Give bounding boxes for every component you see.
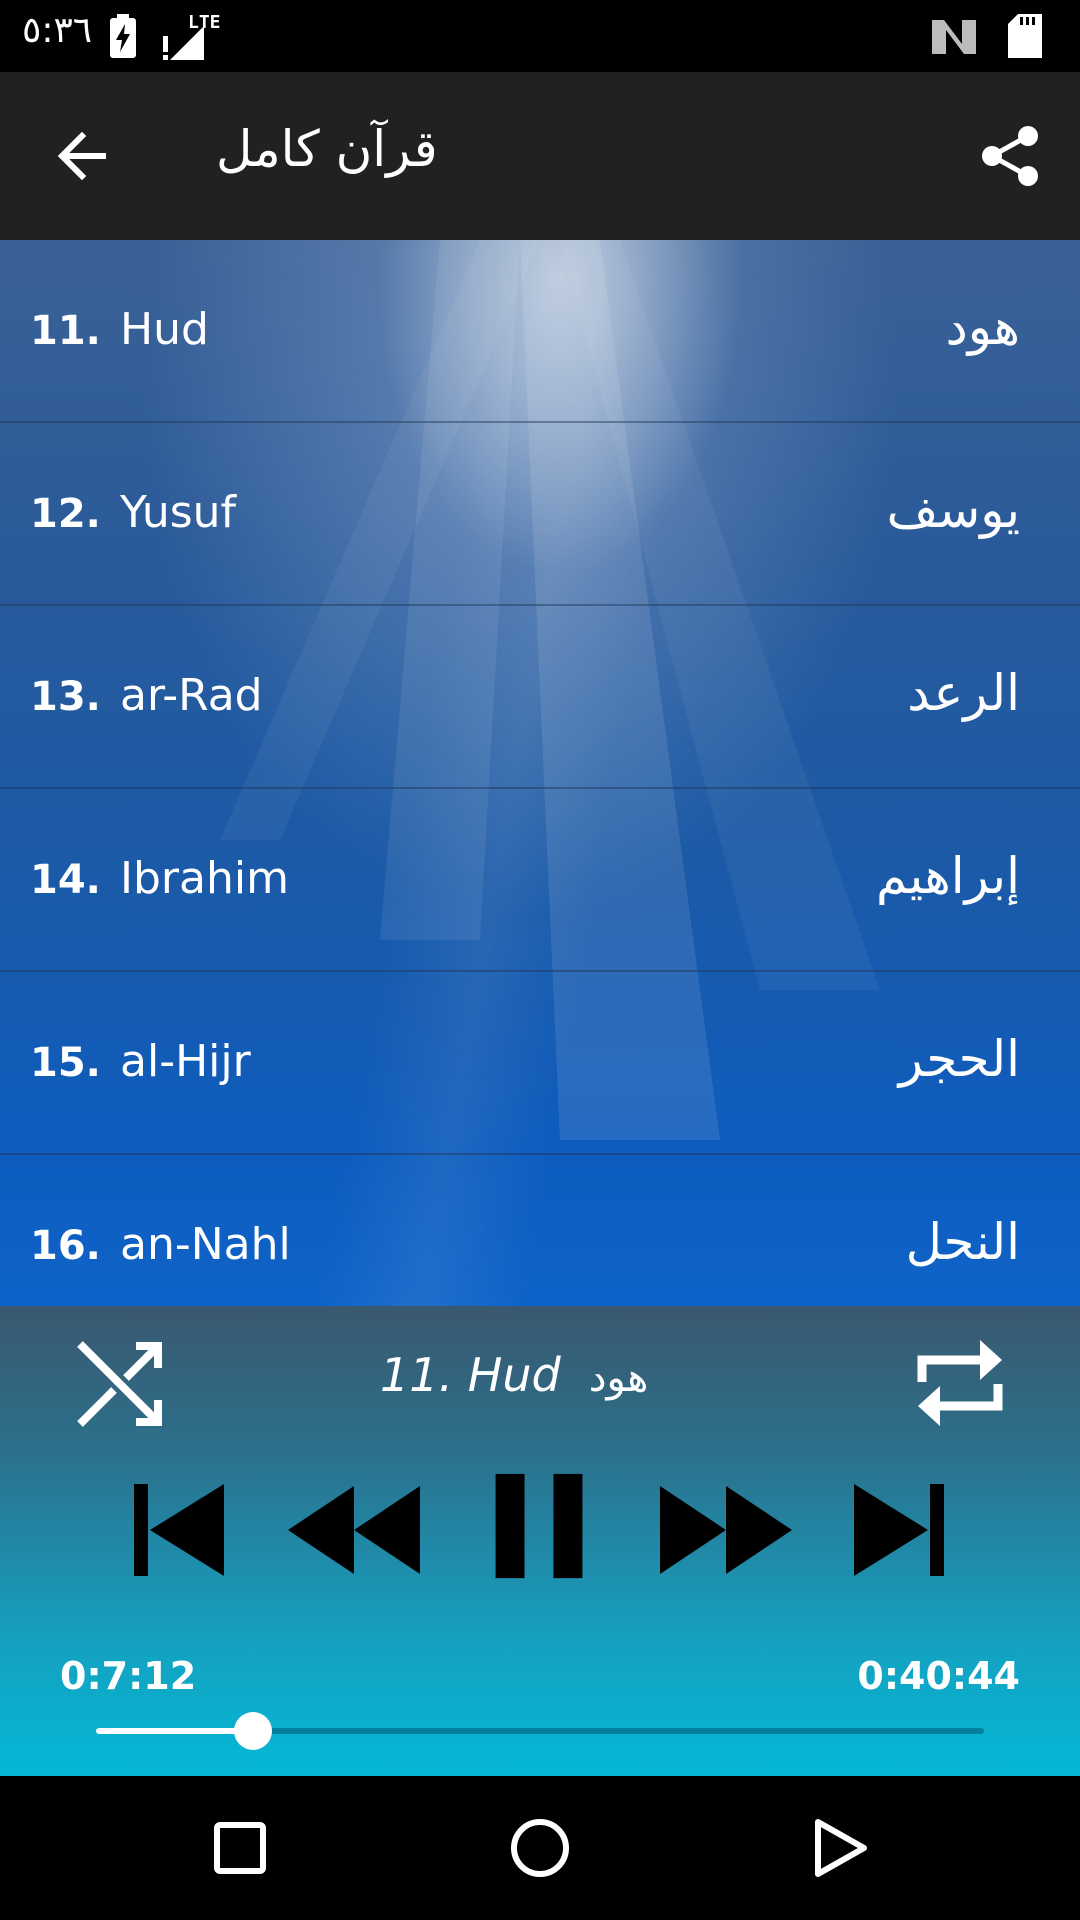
now-playing-arabic: هود: [588, 1355, 649, 1401]
rewind-icon[interactable]: [286, 1476, 422, 1586]
surah-number: 15.: [30, 1040, 101, 1086]
app-bar: قرآن كامل: [0, 72, 1080, 240]
seek-bar[interactable]: [96, 1712, 984, 1750]
surah-arabic-name: يوسف: [886, 481, 1020, 539]
recents-square-icon: [214, 1822, 266, 1874]
surah-arabic-name: النحل: [905, 1213, 1020, 1271]
list-item[interactable]: 16. an-Nahl النحل: [0, 1155, 1080, 1306]
battery-charging-icon: [110, 14, 136, 58]
surah-name: Yusuf: [120, 487, 237, 538]
shuffle-icon[interactable]: [74, 1338, 166, 1430]
seek-progress: [96, 1728, 254, 1734]
share-button[interactable]: [968, 114, 1052, 198]
pause-icon[interactable]: [492, 1472, 586, 1582]
list-item[interactable]: 13. ar-Rad الرعد: [0, 606, 1080, 789]
repeat-icon[interactable]: [910, 1330, 1010, 1436]
skip-next-icon[interactable]: [852, 1476, 946, 1586]
status-bar: ٥:٣٦ LTE: [0, 0, 1080, 72]
current-time: 0:7:12: [60, 1654, 197, 1698]
surah-number: 13.: [30, 674, 101, 720]
skip-previous-icon[interactable]: [132, 1476, 226, 1586]
share-icon: [982, 126, 1038, 186]
back-nav-button[interactable]: [798, 1806, 882, 1890]
surah-number: 16.: [30, 1223, 101, 1269]
list-item[interactable]: 12. Yusuf يوسف: [0, 423, 1080, 606]
fast-forward-icon[interactable]: [658, 1476, 794, 1586]
now-playing-title: 11. Hud: [380, 1348, 561, 1402]
back-button[interactable]: [40, 114, 124, 198]
surah-arabic-name: هود: [945, 298, 1020, 356]
list-item[interactable]: 11. Hud هود: [0, 240, 1080, 423]
now-playing-label: 11. Hud هود: [380, 1348, 648, 1402]
sd-card-icon: [1008, 14, 1042, 58]
surah-name: Hud: [120, 304, 209, 355]
nfc-icon: [932, 20, 976, 54]
surah-list[interactable]: 11. Hud هود 12. Yusuf يوسف 13. ar-Rad ال…: [0, 240, 1080, 1306]
list-item[interactable]: 15. al-Hijr الحجر: [0, 972, 1080, 1155]
back-triangle-icon: [815, 1819, 867, 1877]
recents-button[interactable]: [198, 1806, 282, 1890]
arrow-left-icon: [57, 132, 106, 180]
page-title: قرآن كامل: [216, 120, 438, 178]
surah-arabic-name: الحجر: [898, 1030, 1020, 1088]
surah-name: an-Nahl: [120, 1219, 291, 1270]
home-circle-icon: [511, 1819, 569, 1877]
total-time: 0:40:44: [857, 1654, 1020, 1698]
surah-number: 11.: [30, 308, 101, 354]
network-type-label: LTE: [188, 12, 221, 33]
navigation-bar: [0, 1776, 1080, 1920]
list-item[interactable]: 14. Ibrahim إبراهيم: [0, 789, 1080, 972]
status-time: ٥:٣٦: [22, 10, 93, 51]
surah-name: ar-Rad: [120, 670, 263, 721]
surah-name: Ibrahim: [120, 853, 289, 904]
surah-number: 14.: [30, 857, 101, 903]
surah-arabic-name: إبراهيم: [875, 847, 1020, 905]
home-button[interactable]: [498, 1806, 582, 1890]
seek-thumb[interactable]: [234, 1712, 273, 1750]
surah-number: 12.: [30, 491, 101, 537]
surah-name: al-Hijr: [120, 1036, 251, 1087]
player-panel: 11. Hud هود 0:7:12 0:40:44: [0, 1306, 1080, 1776]
surah-arabic-name: الرعد: [907, 664, 1020, 722]
